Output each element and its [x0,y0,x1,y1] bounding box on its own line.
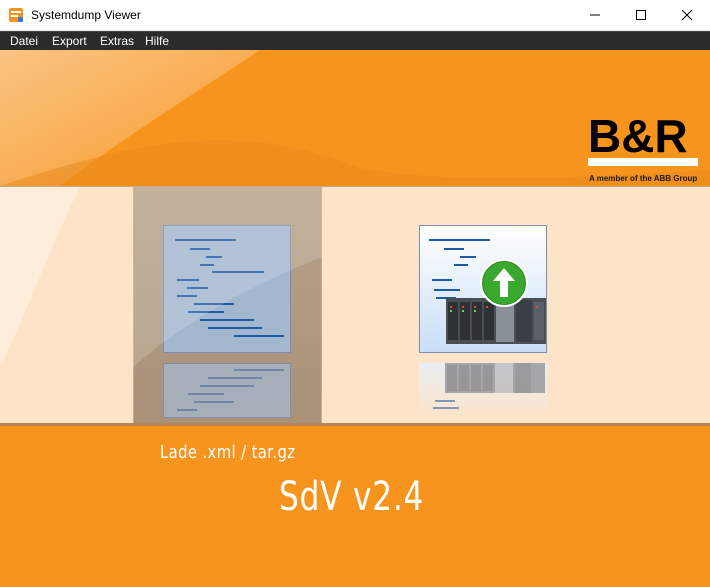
minimize-icon [590,14,600,16]
action-label: Lade .xml / tar.gz [160,442,296,463]
menu-bar: Datei Export Extras Hilfe [0,31,710,50]
version-label: SdV v2.4 [279,474,425,520]
footer-panel: Lade .xml / tar.gz SdV v2.4 [0,426,710,587]
band-shine [0,187,80,367]
br-logo-text: B&R [588,110,688,162]
maximize-icon [636,10,646,20]
close-icon [682,10,692,20]
window-title: Systemdump Viewer [31,8,141,22]
title-bar[interactable]: Systemdump Viewer [0,0,710,31]
br-logo: B&R A member of the ABB Group [587,108,702,186]
plc-upload-graphic [429,239,546,344]
menu-hilfe[interactable]: Hilfe [145,34,169,48]
selection-band [0,186,710,426]
minimize-button[interactable] [572,0,618,30]
app-icon [9,8,23,22]
close-button[interactable] [664,0,710,30]
tile-glass-highlight [133,187,322,367]
menu-extras[interactable]: Extras [100,34,134,48]
plc-upload-reflection [419,363,547,418]
logo-tagline: A member of the ABB Group [589,174,698,183]
maximize-button[interactable] [618,0,664,30]
menu-datei[interactable]: Datei [10,34,38,48]
plc-upload-icon[interactable] [419,225,547,353]
menu-export[interactable]: Export [52,34,87,48]
br-logo-mark: B&R [587,108,702,168]
plc-reflection-graphic [433,363,545,409]
header-banner: B&R A member of the ABB Group [0,50,710,186]
